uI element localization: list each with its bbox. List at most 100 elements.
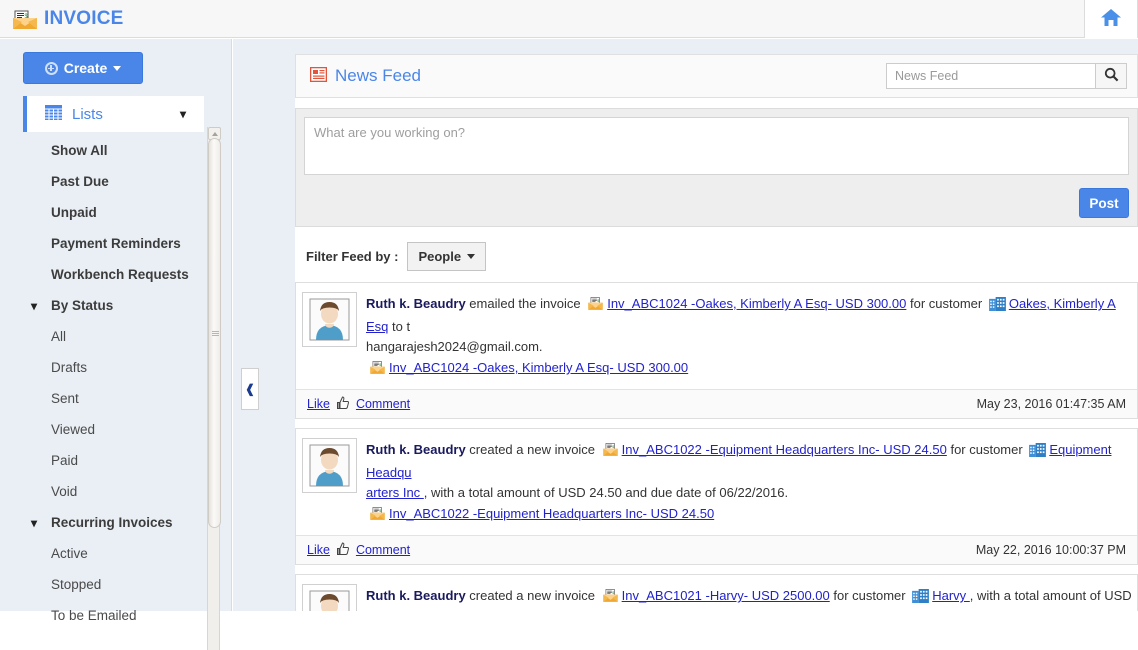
avatar xyxy=(302,584,357,611)
invoice-envelope-icon: $ xyxy=(602,589,619,609)
invoice-link[interactable]: Inv_ABC1021 -Harvy- USD 2500.00 xyxy=(622,588,830,603)
feed-item-footer: Like Comment May 23, 2016 01:47:35 AM xyxy=(296,389,1137,418)
chevron-down-icon: ▾ xyxy=(31,298,38,313)
avatar xyxy=(302,438,357,493)
comment-button[interactable]: Comment xyxy=(356,397,410,411)
sidebar-item-label: Recurring Invoices xyxy=(51,515,173,530)
sidebar-lists-label: Lists xyxy=(72,105,103,123)
composer-actions: Post xyxy=(304,188,1129,218)
comment-button[interactable]: Comment xyxy=(356,543,410,557)
feed-actions: Like Comment xyxy=(307,395,410,413)
create-button[interactable]: Create xyxy=(23,52,143,84)
feed-verb: emailed the invoice xyxy=(465,296,585,311)
building-icon xyxy=(912,589,930,609)
news-feed-panel: News Feed Post Filter F xyxy=(295,54,1138,611)
sidebar-item-show-all[interactable]: Show All xyxy=(0,135,207,166)
sidebar-item-workbench-requests[interactable]: Workbench Requests xyxy=(0,259,207,290)
feed-verb: created a new invoice xyxy=(465,588,599,603)
feed-timestamp: May 23, 2016 01:47:35 AM xyxy=(976,397,1126,411)
feed-item-body: Ruth k. Beaudry created a new invoice $ I… xyxy=(296,429,1137,535)
invoice-envelope-icon: $ xyxy=(602,443,619,463)
feed-item-line-1: Ruth k. Beaudry created a new invoice $ I… xyxy=(366,440,1137,483)
invoice-link[interactable]: Inv_ABC1022 -Equipment Headquarters Inc-… xyxy=(622,442,947,457)
sidebar-item-sent[interactable]: Sent xyxy=(0,383,207,414)
caret-down-icon xyxy=(467,253,476,259)
sidebar-item-label: Void xyxy=(51,484,78,499)
app-brand: $ INVOICE xyxy=(12,8,124,30)
sidebar-item-active[interactable]: Active xyxy=(0,538,207,569)
sidebar-item-past-due[interactable]: Past Due xyxy=(0,166,207,197)
sidebar-item-to-be-emailed[interactable]: To be Emailed xyxy=(0,600,207,631)
status-composer: Post xyxy=(295,108,1138,227)
app-title: INVOICE xyxy=(44,7,124,29)
sidebar-section-lists[interactable]: Lists ▾ xyxy=(23,96,204,132)
feed-list: Ruth k. Beaudry emailed the invoice $ Inv… xyxy=(295,282,1138,611)
home-button[interactable] xyxy=(1084,0,1138,38)
feed-mid-text: for customer xyxy=(829,588,910,603)
user-avatar-icon xyxy=(309,444,350,487)
feed-filter-row: Filter Feed by : People xyxy=(295,239,1138,273)
plus-circle-icon xyxy=(44,61,58,75)
feed-actor-name: Ruth k. Beaudry xyxy=(366,442,466,457)
sidebar-item-void[interactable]: Void xyxy=(0,476,207,507)
chevron-down-icon[interactable]: ▾ xyxy=(180,107,186,121)
sidebar-item-recurring-invoices[interactable]: ▾ Recurring Invoices xyxy=(0,507,207,538)
customer-link-cont[interactable]: arters Inc xyxy=(366,485,424,500)
like-button[interactable]: Like xyxy=(307,397,330,411)
invoice-link[interactable]: Inv_ABC1024 -Oakes, Kimberly A Esq- USD … xyxy=(607,296,906,311)
composer-textarea[interactable] xyxy=(304,117,1129,175)
attachment-link[interactable]: Inv_ABC1022 -Equipment Headquarters Inc-… xyxy=(389,506,714,521)
invoice-envelope-icon: $ xyxy=(369,361,386,381)
sidebar-item-payment-reminders[interactable]: Payment Reminders xyxy=(0,228,207,259)
feed-item: Ruth k. Beaudry created a new invoice $ I… xyxy=(295,574,1138,611)
chevron-down-icon: ▾ xyxy=(31,515,38,530)
sidebar-item-all[interactable]: All xyxy=(0,321,207,352)
sidebar-item-label: By Status xyxy=(51,298,114,313)
feed-item: Ruth k. Beaudry emailed the invoice $ Inv… xyxy=(295,282,1138,419)
search-button[interactable] xyxy=(1095,63,1127,89)
feed-attachment-row: $ Inv_ABC1024 -Oakes, Kimberly A Esq- USD… xyxy=(366,358,1137,381)
main-content: News Feed Post Filter F xyxy=(233,39,1138,611)
news-feed-icon xyxy=(309,66,328,85)
user-avatar-icon xyxy=(309,298,350,341)
feed-verb: created a new invoice xyxy=(465,442,599,457)
feed-detail-text: hangarajesh2024@gmail.com. xyxy=(366,339,543,354)
feed-mid-text: for customer xyxy=(946,442,1027,457)
grid-icon xyxy=(45,105,62,123)
sidebar-scrollbar-track[interactable] xyxy=(207,127,221,650)
sidebar-collapse-handle[interactable]: ❰ xyxy=(241,368,259,410)
sidebar-scrollbar-thumb[interactable] xyxy=(208,138,221,528)
feed-item-line-1: Ruth k. Beaudry emailed the invoice $ Inv… xyxy=(366,294,1137,337)
sidebar-item-viewed[interactable]: Viewed xyxy=(0,414,207,445)
post-button[interactable]: Post xyxy=(1079,188,1129,218)
feed-attachment-row: $ Inv_ABC1022 -Equipment Headquarters Inc… xyxy=(366,504,1137,527)
sidebar-item-unpaid[interactable]: Unpaid xyxy=(0,197,207,228)
sidebar-item-drafts[interactable]: Drafts xyxy=(0,352,207,383)
top-bar: $ INVOICE xyxy=(0,0,1138,38)
feed-item-body: Ruth k. Beaudry emailed the invoice $ Inv… xyxy=(296,283,1137,389)
feed-mid-text: for customer xyxy=(906,296,986,311)
search-input[interactable] xyxy=(886,63,1095,89)
sidebar-item-stopped[interactable]: Stopped xyxy=(0,569,207,600)
filter-selected-value: People xyxy=(418,248,462,264)
caret-down-icon xyxy=(113,65,122,71)
feed-item-line-1: Ruth k. Beaudry created a new invoice $ I… xyxy=(366,586,1137,611)
news-feed-header: News Feed xyxy=(295,54,1138,98)
building-icon xyxy=(1029,443,1047,463)
sidebar-item-paid[interactable]: Paid xyxy=(0,445,207,476)
sidebar-item-label: To be Emailed xyxy=(51,608,137,623)
search-icon xyxy=(1104,67,1119,85)
like-button[interactable]: Like xyxy=(307,543,330,557)
attachment-link[interactable]: Inv_ABC1024 -Oakes, Kimberly A Esq- USD … xyxy=(389,360,688,375)
customer-link[interactable]: Harvy xyxy=(932,588,970,603)
feed-item-line-2: hangarajesh2024@gmail.com. xyxy=(366,337,1137,357)
invoice-envelope-icon: $ xyxy=(369,507,386,527)
sidebar-item-by-status[interactable]: ▾ By Status xyxy=(0,290,207,321)
home-icon xyxy=(1100,8,1122,31)
filter-dropdown[interactable]: People xyxy=(407,241,487,271)
user-avatar-icon xyxy=(309,590,350,611)
left-sidebar: Create Lists ▾ Show All Past Due Unpaid Pay… xyxy=(0,39,232,650)
news-feed-search xyxy=(886,63,1127,89)
feed-actions: Like Comment xyxy=(307,541,410,559)
sidebar-nav-list: Show All Past Due Unpaid Payment Reminders W… xyxy=(0,135,207,650)
